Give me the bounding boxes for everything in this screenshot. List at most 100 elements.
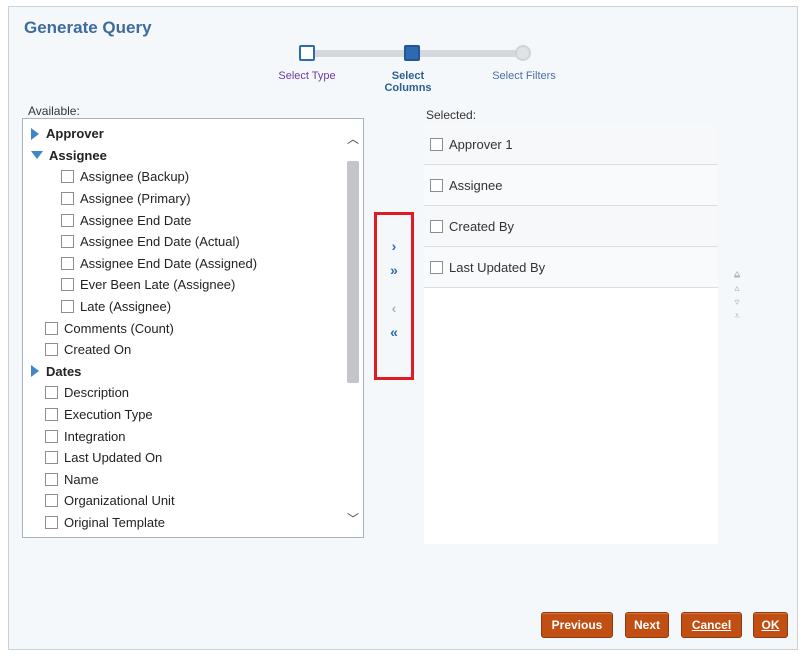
selected-label: Selected:	[426, 108, 477, 122]
selected-item-label: Last Updated By	[449, 259, 546, 275]
selected-item-label: Assignee	[449, 177, 503, 193]
tree-item[interactable]: Created On	[23, 339, 343, 361]
tree-item-label: Assignee (Backup)	[80, 169, 190, 185]
tree-item[interactable]: Description	[23, 382, 343, 404]
available-list[interactable]: Approver Assignee Assignee (Backup) Assigne…	[22, 118, 364, 538]
tree-item-label: Created On	[64, 342, 132, 358]
checkbox[interactable]	[430, 260, 443, 274]
checkbox[interactable]	[61, 278, 74, 292]
tree-item-label: Dates	[46, 363, 82, 379]
tree-item[interactable]: Original Template	[23, 512, 343, 534]
selected-item[interactable]: Approver 1	[424, 124, 718, 165]
checkbox[interactable]	[45, 408, 58, 422]
checkbox[interactable]	[61, 213, 74, 227]
shuttle-controls: › » ‹ «	[374, 212, 414, 380]
tree-item[interactable]: Late (Assignee)	[23, 296, 343, 318]
tree-item-label: Last Updated On	[64, 450, 163, 466]
checkbox[interactable]	[45, 386, 58, 400]
tree-item-label: Description	[64, 385, 130, 401]
tree-group[interactable]: Dates	[23, 361, 343, 383]
move-bottom-icon[interactable]: ⩡	[730, 310, 744, 324]
train-label-select-filters[interactable]: Select Filters	[479, 70, 569, 82]
checkbox[interactable]	[430, 178, 443, 192]
tree-item[interactable]: Assignee End Date (Actual)	[23, 231, 343, 253]
train-connector-2	[412, 50, 523, 57]
scroll-up-icon[interactable]: ︿	[345, 131, 361, 147]
tree-item[interactable]: Name	[23, 469, 343, 491]
tree-item[interactable]: Assignee (Backup)	[23, 166, 343, 188]
collapsed-triangle-icon[interactable]	[31, 365, 39, 378]
checkbox[interactable]	[45, 451, 58, 465]
checkbox[interactable]	[45, 515, 58, 529]
collapsed-triangle-icon[interactable]	[31, 127, 39, 140]
available-tree: Approver Assignee Assignee (Backup) Assigne…	[23, 123, 343, 533]
tree-item-label: Organizational Unit	[64, 493, 175, 509]
checkbox[interactable]	[45, 429, 58, 443]
reorder-controls: ⩠ ▵ ▿ ⩡	[730, 268, 744, 324]
selected-item-label: Created By	[449, 218, 515, 234]
tree-item[interactable]: Assignee End Date	[23, 209, 343, 231]
move-down-icon[interactable]: ▿	[730, 296, 744, 310]
selected-list[interactable]: Approver 1 Assignee Created By Last Updated…	[424, 124, 718, 544]
tree-item-label: Comments (Count)	[64, 320, 174, 336]
train-connector-1	[307, 50, 412, 57]
checkbox[interactable]	[61, 170, 74, 184]
checkbox[interactable]	[430, 137, 443, 151]
tree-item[interactable]: Last Updated On	[23, 447, 343, 469]
tree-item-label: Integration	[64, 428, 126, 444]
move-icon[interactable]: ›	[377, 237, 411, 255]
tree-item-label: Late (Assignee)	[80, 299, 172, 315]
dialog-title: Generate Query	[24, 18, 152, 37]
checkbox[interactable]	[45, 343, 58, 357]
scroll-thumb[interactable]	[347, 161, 359, 383]
available-scrollbar[interactable]: ︿ ﹀	[345, 121, 361, 535]
train-label-select-columns: Select Columns	[384, 70, 432, 94]
selected-item[interactable]: Created By	[424, 206, 718, 247]
tree-group[interactable]: Assignee	[23, 145, 343, 167]
tree-item-label: Assignee	[49, 147, 107, 163]
expanded-triangle-icon[interactable]	[31, 151, 43, 160]
selected-item-label: Approver 1	[449, 136, 513, 152]
checkbox[interactable]	[61, 256, 74, 270]
tree-item[interactable]: Execution Type	[23, 404, 343, 426]
checkbox[interactable]	[430, 219, 443, 233]
tree-item[interactable]: Ever Been Late (Assignee)	[23, 274, 343, 296]
ok-button[interactable]: OK	[753, 612, 788, 638]
tree-item-label: Assignee End Date (Actual)	[80, 234, 240, 250]
next-button[interactable]: Next	[625, 612, 669, 638]
tree-item-label: Assignee End Date (Assigned)	[80, 255, 258, 271]
move-up-icon[interactable]: ▵	[730, 282, 744, 296]
tree-item-label: Assignee End Date	[80, 212, 192, 228]
checkbox[interactable]	[61, 235, 74, 249]
selected-item[interactable]: Last Updated By	[424, 247, 718, 288]
cancel-button[interactable]: Cancel	[681, 612, 742, 638]
train-stop-select-type[interactable]	[299, 45, 315, 61]
tree-item-label: Assignee (Primary)	[80, 191, 191, 207]
checkbox[interactable]	[61, 300, 74, 314]
remove-icon[interactable]: ‹	[377, 299, 411, 317]
tree-item-label: Name	[64, 471, 99, 487]
selected-item[interactable]: Assignee	[424, 165, 718, 206]
tree-item[interactable]: Assignee (Primary)	[23, 188, 343, 210]
tree-item[interactable]: Integration	[23, 425, 343, 447]
tree-group[interactable]: Approver	[23, 123, 343, 145]
move-all-icon[interactable]: »	[377, 261, 411, 279]
train-label-select-type[interactable]: Select Type	[262, 70, 352, 82]
checkbox[interactable]	[61, 192, 74, 206]
tree-item-label: Execution Type	[64, 407, 153, 423]
tree-item[interactable]: Assignee End Date (Assigned)	[23, 253, 343, 275]
move-top-icon[interactable]: ⩠	[730, 268, 744, 282]
tree-item-label: Original Template	[64, 514, 165, 530]
train-stop-select-filters[interactable]	[515, 45, 531, 61]
available-label: Available:	[28, 104, 80, 118]
checkbox[interactable]	[45, 321, 58, 335]
tree-item[interactable]: Organizational Unit	[23, 490, 343, 512]
remove-all-icon[interactable]: «	[377, 323, 411, 341]
checkbox[interactable]	[45, 472, 58, 486]
train-stop-select-columns[interactable]	[404, 45, 420, 61]
previous-button[interactable]: Previous	[541, 612, 613, 638]
tree-item-label: Approver	[46, 126, 104, 142]
scroll-down-icon[interactable]: ﹀	[345, 511, 361, 527]
checkbox[interactable]	[45, 494, 58, 508]
tree-item[interactable]: Comments (Count)	[23, 317, 343, 339]
